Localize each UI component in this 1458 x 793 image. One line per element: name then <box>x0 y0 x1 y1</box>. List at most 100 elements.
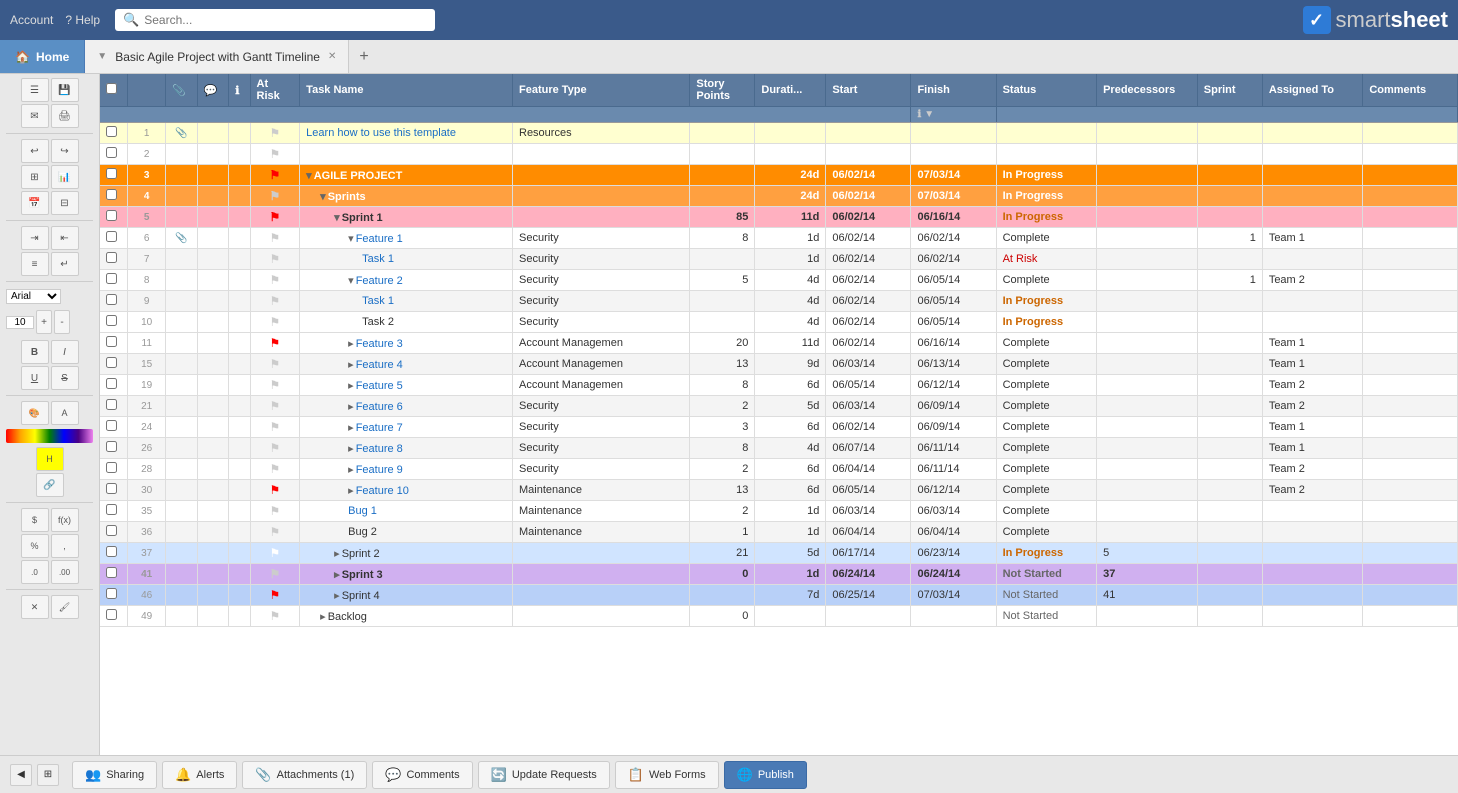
task-name-cell[interactable]: Task 1 <box>300 291 513 312</box>
task-name-cell[interactable]: ▾Sprints <box>300 186 513 207</box>
task-name-cell[interactable]: Bug 2 <box>300 522 513 543</box>
task-link[interactable]: Bug 1 <box>348 505 377 517</box>
row-checkbox[interactable] <box>100 207 128 228</box>
row-checkbox[interactable] <box>100 396 128 417</box>
expand-icon[interactable]: ▸ <box>348 443 354 455</box>
flag-cell[interactable]: ⚑ <box>250 270 300 291</box>
flag-cell[interactable]: ⚑ <box>250 144 300 165</box>
task-name-cell[interactable]: ▸Sprint 3 <box>300 564 513 585</box>
currency-btn[interactable]: $ <box>21 508 49 532</box>
flag-cell[interactable]: ⚑ <box>250 543 300 564</box>
col-feature-header[interactable]: Feature Type <box>513 74 690 107</box>
task-name-cell[interactable]: ▸Feature 10 <box>300 480 513 501</box>
fit-btn[interactable]: ⊞ <box>37 764 59 786</box>
comments-button[interactable]: 💬Comments <box>372 761 472 789</box>
task-link[interactable]: Feature 5 <box>356 380 403 392</box>
flag-cell[interactable]: ⚑ <box>250 480 300 501</box>
row-checkbox[interactable] <box>100 459 128 480</box>
flag-cell[interactable]: ⚑ <box>250 585 300 606</box>
flag-cell[interactable]: ⚑ <box>250 249 300 270</box>
row-checkbox[interactable] <box>100 186 128 207</box>
row-checkbox[interactable] <box>100 354 128 375</box>
flag-cell[interactable]: ⚑ <box>250 228 300 249</box>
strikethrough-btn[interactable]: S <box>51 366 79 390</box>
task-name-cell[interactable]: ▸Feature 4 <box>300 354 513 375</box>
col-task-header[interactable]: Task Name <box>300 74 513 107</box>
row-checkbox[interactable] <box>100 312 128 333</box>
col-sprint-header[interactable]: Sprint <box>1197 74 1262 107</box>
formula-btn[interactable]: f(x) <box>51 508 79 532</box>
fill-color-btn[interactable]: 🎨 <box>21 401 49 425</box>
email-btn[interactable]: ✉ <box>21 104 49 128</box>
flag-cell[interactable]: ⚑ <box>250 375 300 396</box>
flag-cell[interactable]: ⚑ <box>250 186 300 207</box>
col-comments-header[interactable]: Comments <box>1363 74 1458 107</box>
task-name-cell[interactable]: ▾AGILE PROJECT <box>300 165 513 186</box>
task-link[interactable]: Learn how to use this template <box>306 127 456 139</box>
expand-icon[interactable]: ▸ <box>348 359 354 371</box>
expand-icon[interactable]: ▸ <box>348 464 354 476</box>
italic-btn[interactable]: I <box>51 340 79 364</box>
flag-cell[interactable]: ⚑ <box>250 417 300 438</box>
col-finish-header[interactable]: Finish <box>911 74 996 107</box>
row-checkbox[interactable] <box>100 249 128 270</box>
row-checkbox[interactable] <box>100 522 128 543</box>
flag-cell[interactable]: ⚑ <box>250 396 300 417</box>
row-checkbox[interactable] <box>100 228 128 249</box>
row-checkbox[interactable] <box>100 144 128 165</box>
font-size-input[interactable] <box>6 316 34 329</box>
row-checkbox[interactable] <box>100 291 128 312</box>
expand-icon[interactable]: ▸ <box>320 611 326 623</box>
color-palette[interactable] <box>6 429 93 443</box>
card-view-btn[interactable]: ⊟ <box>51 191 79 215</box>
task-link[interactable]: Feature 7 <box>356 422 403 434</box>
task-name-cell[interactable]: ▾Sprint 1 <box>300 207 513 228</box>
row-checkbox[interactable] <box>100 270 128 291</box>
col-assigned-header[interactable]: Assigned To <box>1262 74 1363 107</box>
row-checkbox[interactable] <box>100 501 128 522</box>
task-name-cell[interactable]: ▸Sprint 4 <box>300 585 513 606</box>
row-checkbox[interactable] <box>100 480 128 501</box>
row-checkbox[interactable] <box>100 165 128 186</box>
task-name-cell[interactable]: ▸Feature 8 <box>300 438 513 459</box>
task-link[interactable]: Feature 2 <box>356 275 403 287</box>
task-name-cell[interactable]: ▸Backlog <box>300 606 513 627</box>
alerts-button[interactable]: 🔔Alerts <box>162 761 237 789</box>
tab-active[interactable]: ▼ Basic Agile Project with Gantt Timelin… <box>85 40 349 73</box>
collapse-icon[interactable]: ▾ <box>348 275 354 287</box>
comma-btn[interactable]: , <box>51 534 79 558</box>
link-btn[interactable]: 🔗 <box>36 473 64 497</box>
attachments-button[interactable]: 📎Attachments (1) <box>242 761 367 789</box>
expand-icon[interactable]: ▸ <box>348 422 354 434</box>
task-link[interactable]: Feature 8 <box>356 443 403 455</box>
task-link[interactable]: Feature 4 <box>356 359 403 371</box>
flag-cell[interactable]: ⚑ <box>250 354 300 375</box>
task-link[interactable]: Feature 6 <box>356 401 403 413</box>
row-checkbox[interactable] <box>100 417 128 438</box>
undo-btn[interactable]: ↩ <box>21 139 49 163</box>
highlight-btn[interactable]: H <box>36 447 64 471</box>
calendar-view-btn[interactable]: 📅 <box>21 191 49 215</box>
task-link[interactable]: Task 1 <box>362 253 394 265</box>
flag-cell[interactable]: ⚑ <box>250 333 300 354</box>
row-checkbox[interactable] <box>100 564 128 585</box>
expand-icon[interactable]: ▸ <box>334 569 340 581</box>
indent-btn[interactable]: ⇥ <box>21 226 49 250</box>
tab-add-button[interactable]: + <box>349 40 378 73</box>
row-checkbox[interactable] <box>100 543 128 564</box>
collapse-icon[interactable]: ▾ <box>320 191 326 203</box>
redo-btn[interactable]: ↪ <box>51 139 79 163</box>
task-name-cell[interactable]: Learn how to use this template <box>300 123 513 144</box>
row-checkbox[interactable] <box>100 438 128 459</box>
flag-cell[interactable]: ⚑ <box>250 564 300 585</box>
align-left-btn[interactable]: ≡ <box>21 252 49 276</box>
help-link[interactable]: ? Help <box>65 13 100 27</box>
gantt-view-btn[interactable]: 📊 <box>51 165 79 189</box>
row-checkbox[interactable] <box>100 123 128 144</box>
task-link[interactable]: Feature 3 <box>356 338 403 350</box>
col-checkbox-header[interactable] <box>100 74 128 107</box>
task-name-cell[interactable]: ▾Feature 2 <box>300 270 513 291</box>
expand-icon[interactable]: ▸ <box>348 401 354 413</box>
task-link[interactable]: Feature 9 <box>356 464 403 476</box>
col-predecessors-header[interactable]: Predecessors <box>1097 74 1198 107</box>
